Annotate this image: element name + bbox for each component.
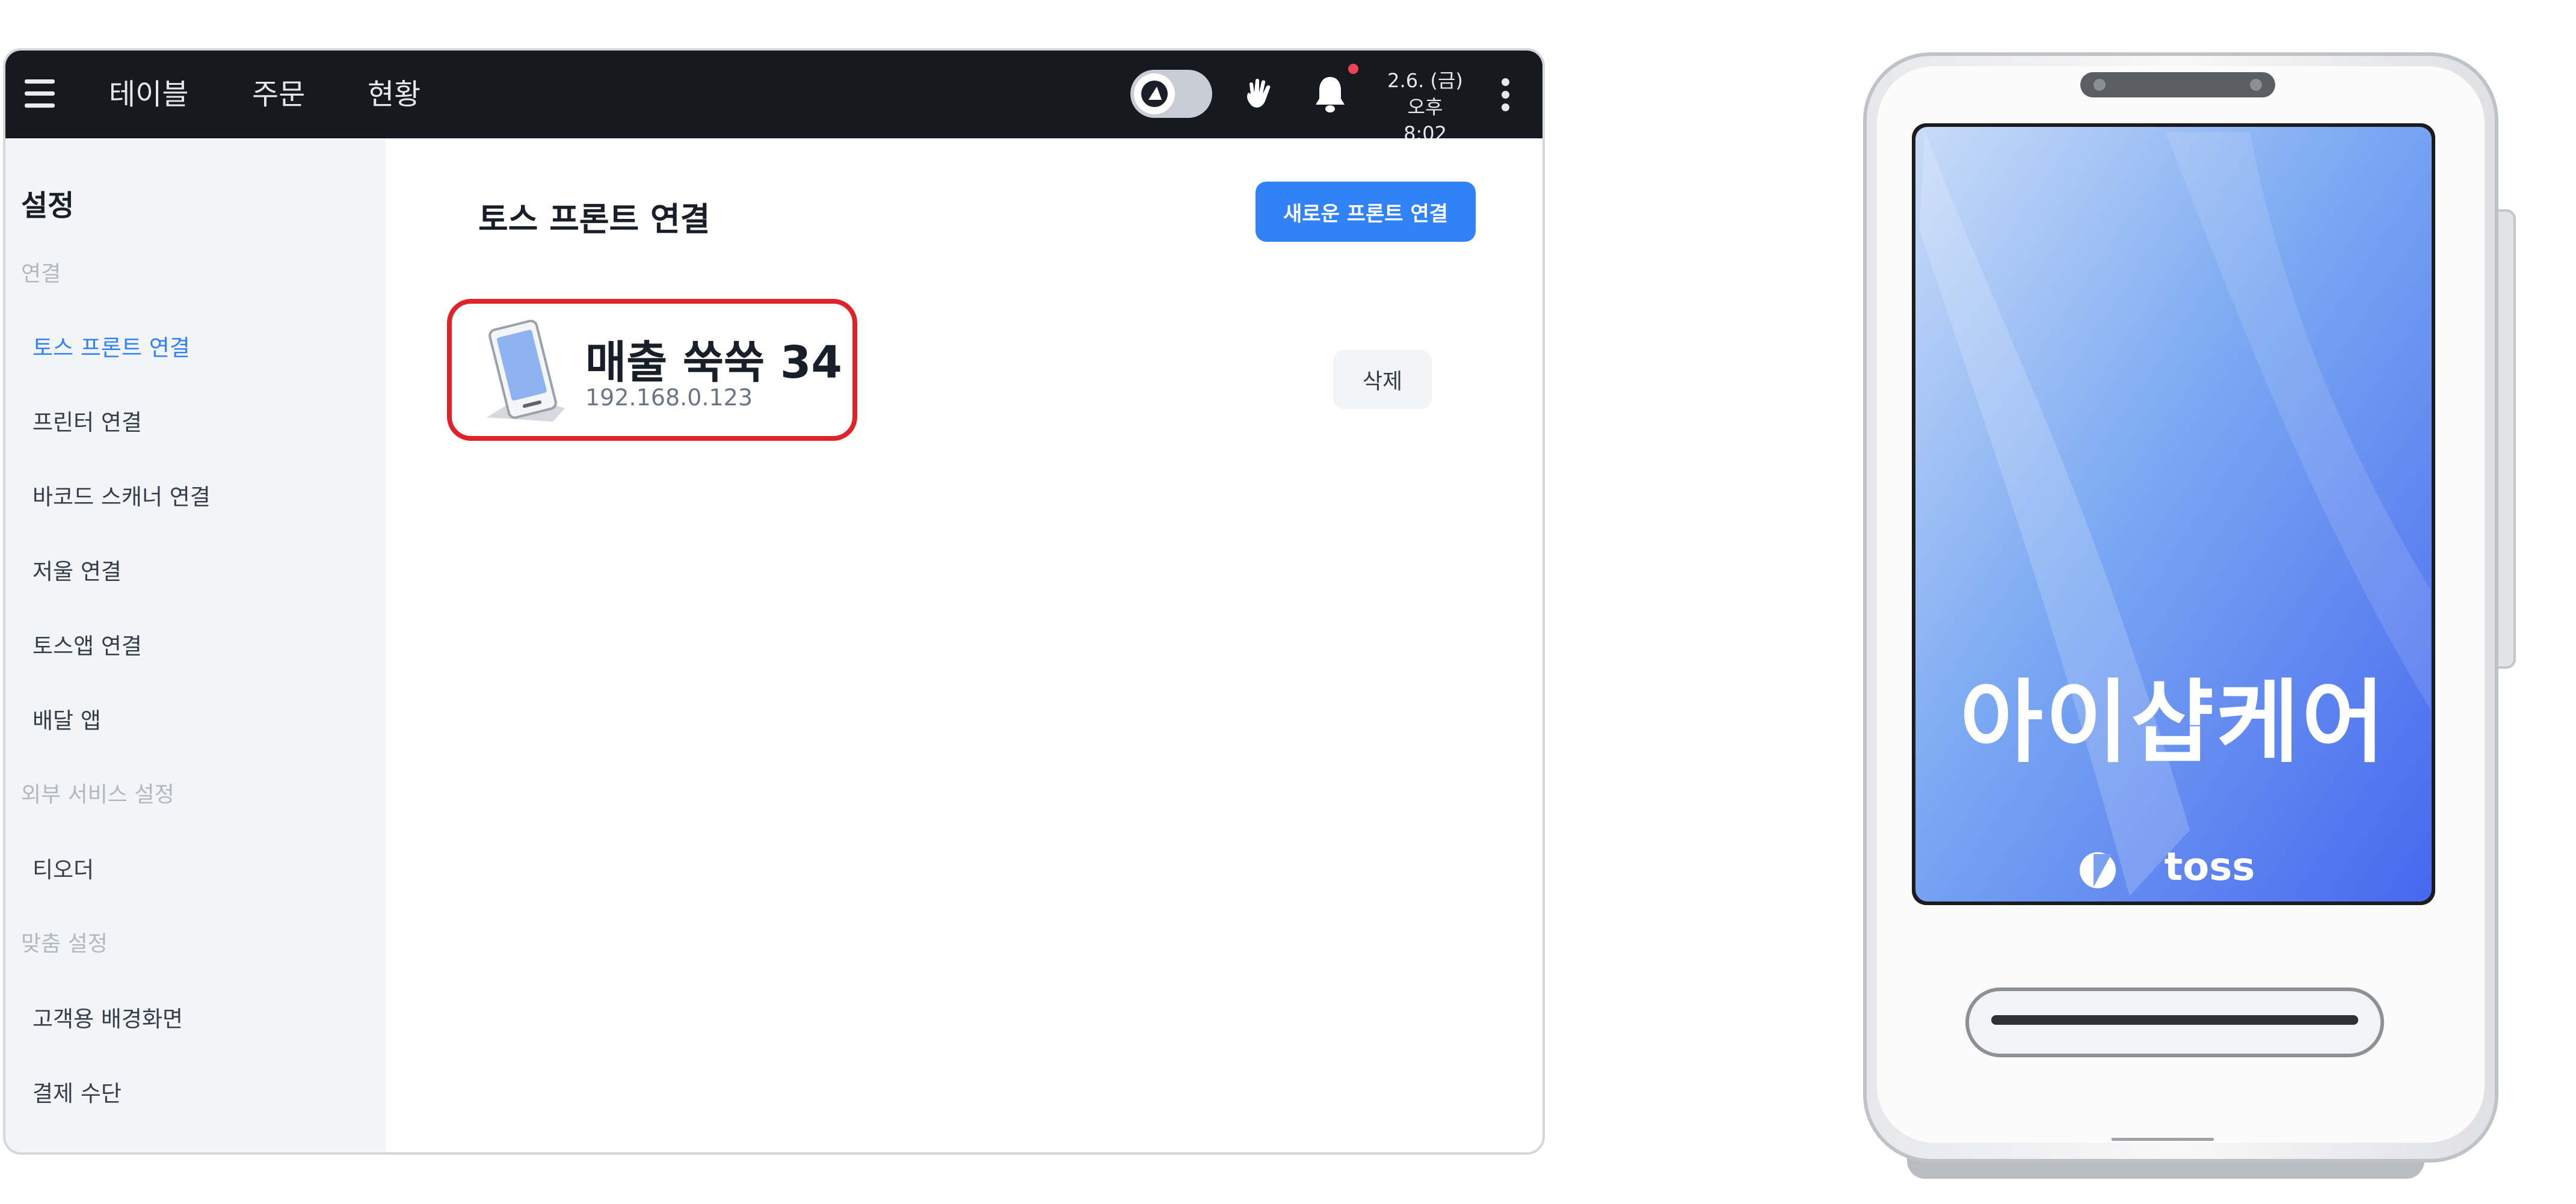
sidebar-item-delivery-app[interactable]: 배달 앱	[32, 702, 101, 735]
date-time: 2.6. (금) 오후 8:02	[1383, 67, 1467, 147]
sidebar-item-toss-app[interactable]: 토스앱 연결	[32, 628, 142, 660]
device-icon	[487, 319, 565, 422]
page-title: 토스 프론트 연결	[478, 200, 710, 238]
menu-icon[interactable]	[25, 79, 55, 108]
connected-device-card[interactable]: 매출 쑥쑥 34 192.168.0.123	[447, 299, 857, 441]
date-text: 2.6. (금)	[1387, 69, 1463, 92]
hand-icon[interactable]	[1240, 76, 1278, 114]
device-illustration	[1863, 52, 2516, 1179]
bell-icon[interactable]	[1311, 73, 1349, 115]
kebab-icon[interactable]	[1502, 78, 1510, 112]
sidebar-item-customer-background[interactable]: 고객용 배경화면	[32, 1001, 183, 1033]
sidebar-title: 설정	[21, 189, 75, 223]
toggle-icon	[1141, 81, 1168, 107]
top-bar: 테이블 주문 현황 2.6. (금) 오후 8:02	[5, 51, 1542, 145]
device-ip: 192.168.0.123	[585, 384, 753, 411]
section-external-services: 외부 서비스 설정	[21, 782, 174, 807]
sidebar-item-torder[interactable]: 티오더	[32, 852, 94, 884]
new-front-connection-button[interactable]: 새로운 프론트 연결	[1256, 182, 1476, 242]
sidebar-item-toss-front[interactable]: 토스 프론트 연결	[32, 330, 190, 362]
settings-sidebar: 설정 연결 토스 프론트 연결 프린터 연결 바코드 스캐너 연결 저울 연결 …	[5, 138, 386, 1152]
nav-status-tab[interactable]: 현황	[368, 51, 421, 138]
toss-front-device: 아이샵케어 toss	[1829, 48, 2521, 1197]
sidebar-item-printer[interactable]: 프린터 연결	[32, 404, 142, 437]
section-custom-settings: 맞춤 설정	[21, 932, 108, 956]
sidebar-item-scale[interactable]: 저울 연결	[32, 553, 122, 586]
delete-button[interactable]: 삭제	[1333, 350, 1432, 409]
nav-table-tab[interactable]: 테이블	[109, 51, 188, 138]
device-brand-text: toss	[2164, 845, 2255, 889]
nav-order-tab[interactable]: 주문	[252, 51, 305, 138]
device-name: 매출 쑥쑥 34	[585, 337, 842, 389]
sidebar-item-payment-method[interactable]: 결제 수단	[32, 1075, 122, 1108]
toggle-knob	[1134, 73, 1175, 114]
sidebar-item-barcode-scanner[interactable]: 바코드 스캐너 연결	[32, 479, 211, 511]
pos-window: 테이블 주문 현황 2.6. (금) 오후 8:02 설정 연결 토스 프론트 …	[3, 48, 1545, 1155]
main-content: 토스 프론트 연결 새로운 프론트 연결 매출 쑥쑥 34 192.168.0.…	[386, 138, 1542, 1152]
notification-dot	[1348, 64, 1358, 74]
device-screen-text: 아이샵케어	[1959, 671, 2387, 775]
section-connection: 연결	[21, 262, 61, 286]
mode-toggle[interactable]	[1130, 70, 1212, 118]
